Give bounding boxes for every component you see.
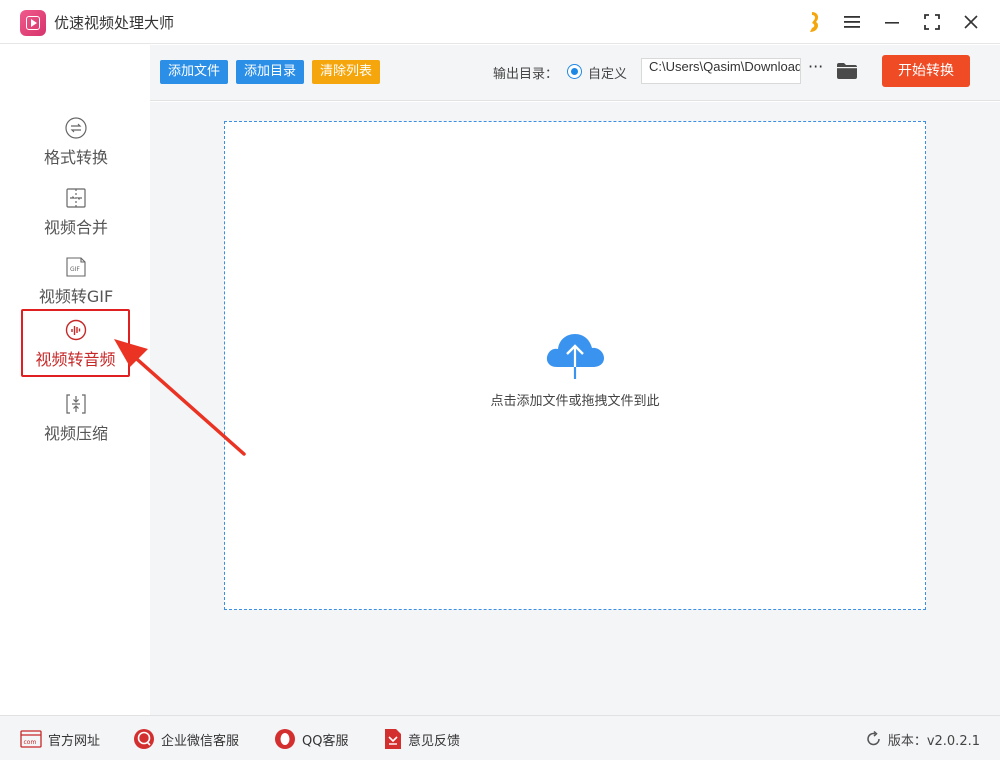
sidebar-item-label: 视频压缩	[43, 424, 108, 443]
app-logo-icon	[20, 10, 46, 36]
sidebar-item-label: 视频转GIF	[38, 287, 114, 306]
sidebar-item-video-to-audio[interactable]: 视频转音频	[21, 309, 130, 377]
qq-support-link[interactable]: QQ客服	[274, 728, 348, 750]
toolbar: 添加文件 添加目录 清除列表 输出目录： 自定义 C:\Users\Qasim\…	[150, 45, 1000, 101]
wechat-support-link[interactable]: 企业微信客服	[133, 728, 239, 750]
browse-more-button[interactable]: ···	[808, 57, 823, 76]
format-convert-icon	[65, 116, 87, 140]
sidebar-item-label: 视频合并	[43, 218, 108, 237]
svg-text:GIF: GIF	[70, 266, 80, 273]
video-compress-icon	[65, 392, 87, 416]
output-path-input[interactable]: C:\Users\Qasim\Downloads	[641, 58, 801, 84]
feedback-icon	[384, 728, 402, 750]
sidebar: 格式转换 视频合并 GIF 视频转GIF 视频转音频 视频压缩	[0, 45, 150, 715]
official-website-link[interactable]: com 官方网址	[20, 728, 100, 750]
title-bar: 优速视频处理大师	[0, 0, 1000, 44]
qq-icon	[274, 728, 296, 750]
maximize-icon[interactable]	[918, 8, 946, 36]
svg-text:com: com	[24, 739, 37, 746]
footer: com 官方网址 企业微信客服 QQ客服 意见反馈 版本：v2.0.2.1	[0, 715, 1000, 760]
main-area: 点击添加文件或拖拽文件到此	[150, 102, 1000, 715]
custom-output-label[interactable]: 自定义	[588, 63, 627, 82]
sidebar-item-video-compress[interactable]: 视频压缩	[22, 388, 130, 450]
version-label: 版本：v2.0.2.1	[887, 733, 980, 749]
sidebar-item-format-convert[interactable]: 格式转换	[22, 112, 130, 174]
feedback-link[interactable]: 意见反馈	[384, 728, 460, 750]
refresh-icon	[867, 731, 880, 746]
cloud-upload-icon	[546, 334, 604, 379]
menu-icon[interactable]	[838, 8, 866, 36]
sidebar-item-label: 格式转换	[43, 148, 108, 167]
folder-icon[interactable]	[837, 63, 857, 79]
sidebar-item-video-to-gif[interactable]: GIF 视频转GIF	[22, 251, 130, 313]
wechat-support-label: 企业微信客服	[161, 733, 240, 749]
minimize-icon[interactable]	[878, 8, 906, 36]
add-directory-button[interactable]: 添加目录	[236, 60, 305, 84]
qq-support-label: QQ客服	[302, 733, 349, 749]
wechat-icon	[133, 728, 155, 750]
output-directory-label: 输出目录：	[493, 67, 559, 82]
official-website-label: 官方网址	[48, 733, 101, 749]
user-avatar-icon[interactable]	[806, 10, 822, 34]
gif-file-icon: GIF	[65, 255, 87, 279]
custom-output-radio[interactable]	[567, 64, 582, 79]
video-merge-icon	[65, 186, 87, 210]
close-icon[interactable]	[957, 8, 985, 36]
audio-wave-icon	[65, 318, 87, 342]
add-file-button[interactable]: 添加文件	[160, 60, 229, 84]
app-title: 优速视频处理大师	[54, 14, 175, 32]
sidebar-item-video-merge[interactable]: 视频合并	[22, 182, 130, 244]
website-icon: com	[20, 730, 42, 748]
clear-list-button[interactable]: 清除列表	[312, 60, 381, 84]
sidebar-item-label: 视频转音频	[35, 350, 116, 369]
start-convert-button[interactable]: 开始转换	[882, 55, 970, 87]
file-drop-zone[interactable]: 点击添加文件或拖拽文件到此	[224, 121, 926, 610]
feedback-label: 意见反馈	[408, 733, 461, 749]
version-info[interactable]: 版本：v2.0.2.1	[866, 728, 980, 750]
drop-zone-hint: 点击添加文件或拖拽文件到此	[490, 394, 660, 409]
